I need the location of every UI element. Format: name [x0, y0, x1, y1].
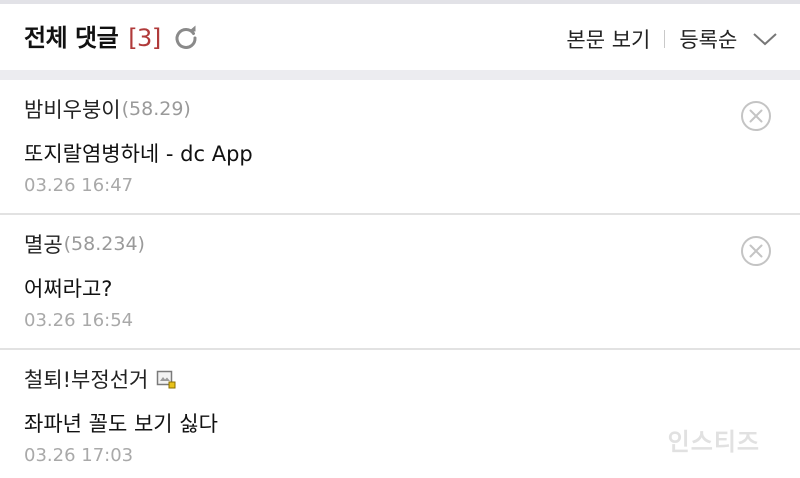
comment-author-line: 밤비우붕이 (58.29): [24, 94, 191, 124]
sort-dropdown[interactable]: 등록순: [679, 24, 778, 54]
comment-date: 03.26 17:03: [24, 445, 134, 466]
header-actions: 본문 보기 등록순: [566, 24, 778, 54]
comment-date: 03.26 16:47: [24, 175, 134, 196]
watermark-logo: 인스티즈: [667, 428, 760, 456]
comment-author[interactable]: 멸공: [24, 229, 63, 259]
view-post-link[interactable]: 본문 보기: [566, 24, 650, 54]
delete-icon[interactable]: [740, 100, 772, 132]
comments-title: 전체 댓글: [24, 24, 119, 52]
comment-date: 03.26 16:54: [24, 310, 134, 331]
section-band: [0, 70, 800, 80]
comment-list: 밤비우붕이 (58.29) 또지랄염병하네 - dc App 03.26 16:4…: [0, 80, 800, 478]
comment-author[interactable]: 밤비우붕이: [24, 94, 121, 124]
comment-item: 철퇴!부정선거 좌파년 꼴도 보기 싫다 03.26 17:03: [0, 350, 800, 478]
delete-icon[interactable]: [740, 235, 772, 267]
comments-header: 전체 댓글 [3] 본문 보기 등록순: [0, 4, 800, 70]
comment-ip: (58.29): [121, 98, 191, 120]
comment-ip: (58.234): [63, 233, 145, 255]
comment-item: 멸공 (58.234) 어쩌라고? 03.26 16:54: [0, 215, 800, 350]
gallery-icon: [157, 370, 176, 389]
comment-text: 좌파년 꼴도 보기 싫다: [24, 412, 218, 436]
comment-author[interactable]: 철퇴!부정선거: [24, 364, 148, 394]
comment-text: 어쩌라고?: [24, 277, 113, 301]
sort-label: 등록순: [679, 28, 738, 52]
comment-item: 밤비우붕이 (58.29) 또지랄염병하네 - dc App 03.26 16:4…: [0, 80, 800, 215]
comment-count: [3]: [128, 24, 161, 52]
chevron-down-icon: [753, 33, 777, 46]
comment-text: 또지랄염병하네 - dc App: [24, 142, 253, 166]
refresh-icon[interactable]: [173, 25, 199, 51]
comment-author-line: 멸공 (58.234): [24, 229, 145, 259]
header-separator: [664, 30, 666, 48]
comment-author-line: 철퇴!부정선거: [24, 364, 176, 394]
comments-title-group: 전체 댓글 [3]: [24, 21, 199, 55]
